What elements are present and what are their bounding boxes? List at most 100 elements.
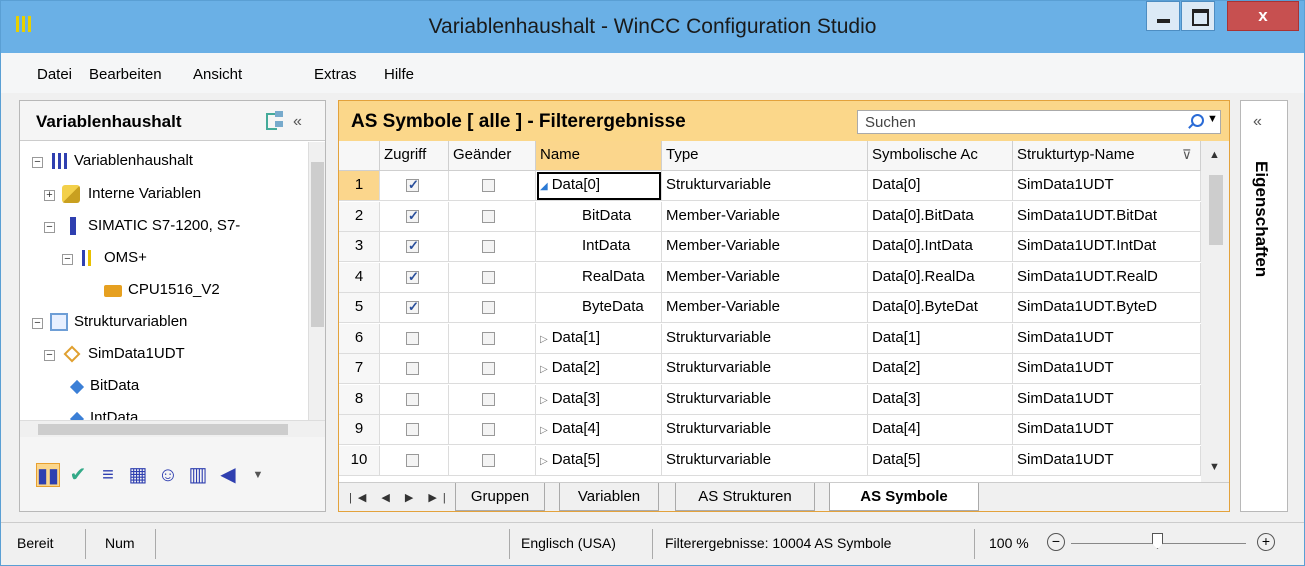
zugriff-cell[interactable]: [380, 415, 449, 445]
zugriff-cell[interactable]: [380, 232, 449, 262]
checkbox[interactable]: [482, 423, 495, 436]
horizontal-scrollbar[interactable]: [1106, 487, 1216, 507]
scroll-thumb[interactable]: [311, 162, 324, 327]
struct-type-cell[interactable]: SimData1UDT: [1013, 445, 1201, 476]
zugriff-cell[interactable]: [380, 323, 449, 354]
struct-type-cell[interactable]: SimData1UDT.BitDat: [1013, 201, 1201, 232]
geaendert-cell[interactable]: [449, 354, 536, 384]
menu-datei[interactable]: Datei: [37, 66, 72, 83]
type-cell[interactable]: Member-Variable: [662, 293, 868, 323]
struct-type-cell[interactable]: SimData1UDT.ByteD: [1013, 293, 1201, 323]
dropdown-icon[interactable]: ▼: [246, 463, 270, 487]
column-header-type[interactable]: Type: [662, 141, 868, 171]
struct-type-cell[interactable]: SimData1UDT: [1013, 415, 1201, 445]
type-cell[interactable]: Strukturvariable: [662, 384, 868, 415]
row-header[interactable]: 8: [339, 384, 380, 415]
name-cell[interactable]: ▷ Data[1]: [536, 323, 662, 354]
zugriff-cell[interactable]: [380, 171, 449, 201]
struct-type-cell[interactable]: SimData1UDT: [1013, 384, 1201, 415]
name-cell[interactable]: ▷ Data[3]: [536, 384, 662, 415]
scroll-thumb[interactable]: [38, 424, 288, 435]
symbolic-address-cell[interactable]: Data[5]: [868, 445, 1013, 476]
filter-icon[interactable]: ⊽: [1182, 147, 1192, 163]
expand-arrow-icon[interactable]: ▷: [540, 425, 548, 436]
tags-icon[interactable]: ≡: [96, 463, 120, 487]
properties-panel[interactable]: « Eigenschaften: [1240, 100, 1288, 512]
tree-item-simdata1udt[interactable]: − SimData1UDT: [20, 340, 308, 370]
row-header[interactable]: 2: [339, 201, 380, 232]
tree-item-intdata[interactable]: IntData: [20, 404, 308, 420]
zugriff-cell[interactable]: [380, 293, 449, 323]
type-cell[interactable]: Strukturvariable: [662, 171, 868, 201]
collapse-toggle-icon[interactable]: −: [32, 157, 43, 168]
checklist-icon[interactable]: ✔: [66, 463, 90, 487]
splitter-grip[interactable]: [20, 437, 325, 447]
collapse-left-icon[interactable]: «: [293, 113, 302, 131]
tab-variablen[interactable]: Variablen: [559, 483, 659, 511]
tree-item-interne-variablen[interactable]: + Interne Variablen: [20, 180, 308, 210]
checkbox[interactable]: [482, 301, 495, 314]
properties-label[interactable]: Eigenschaften: [1251, 161, 1271, 277]
zoom-slider-thumb[interactable]: [1152, 533, 1163, 549]
search-icon[interactable]: [1188, 114, 1204, 128]
search-input[interactable]: Suchen ▼: [857, 110, 1221, 134]
checkbox[interactable]: [482, 453, 495, 467]
symbolic-address-cell[interactable]: Data[0].BitData: [868, 201, 1013, 232]
name-cell[interactable]: ◢ Data[0]: [536, 171, 662, 201]
column-header-symbolic-address[interactable]: Symbolische Ac: [868, 141, 1013, 171]
geaendert-cell[interactable]: [449, 262, 536, 293]
tab-navigation-icons[interactable]: |◀ ◀ ▶ ▶|: [349, 491, 452, 504]
geaendert-cell[interactable]: [449, 323, 536, 354]
tagtable-icon[interactable]: ▥: [186, 463, 210, 487]
struct-type-cell[interactable]: SimData1UDT.RealD: [1013, 262, 1201, 293]
tree-item-cpu1516[interactable]: CPU1516_V2: [20, 276, 308, 306]
name-cell[interactable]: IntData: [536, 232, 662, 262]
sound-icon[interactable]: ◀: [216, 463, 240, 487]
checkbox[interactable]: [482, 362, 495, 375]
checkbox[interactable]: [406, 177, 419, 193]
name-cell[interactable]: BitData: [536, 201, 662, 232]
grid-vertical-scrollbar[interactable]: ▲ ▼: [1201, 141, 1229, 482]
tab-as-strukturen[interactable]: AS Strukturen: [675, 483, 815, 511]
row-header[interactable]: 4: [339, 262, 380, 293]
expand-arrow-icon[interactable]: ▷: [540, 334, 548, 345]
type-cell[interactable]: Strukturvariable: [662, 354, 868, 384]
geaendert-cell[interactable]: [449, 415, 536, 445]
collapse-toggle-icon[interactable]: −: [32, 318, 43, 329]
tree-item-bitdata[interactable]: BitData: [20, 372, 308, 402]
column-header-geaendert[interactable]: Geänder: [449, 141, 536, 171]
menu-ansicht[interactable]: Ansicht: [193, 66, 242, 83]
scroll-down-icon[interactable]: ▼: [1209, 461, 1220, 473]
tree-view-icon[interactable]: [266, 111, 284, 130]
checkbox[interactable]: [406, 208, 419, 224]
type-cell[interactable]: Member-Variable: [662, 201, 868, 232]
symbolic-address-cell[interactable]: Data[1]: [868, 323, 1013, 354]
checkbox[interactable]: [406, 423, 419, 436]
name-cell[interactable]: ▷ Data[2]: [536, 354, 662, 384]
search-dropdown-icon[interactable]: ▼: [1207, 113, 1218, 125]
checkbox[interactable]: [406, 392, 419, 406]
zugriff-cell[interactable]: [380, 201, 449, 232]
name-cell[interactable]: RealData: [536, 262, 662, 293]
collapse-toggle-icon[interactable]: −: [44, 350, 55, 361]
checkbox[interactable]: [482, 240, 495, 253]
geaendert-cell[interactable]: [449, 384, 536, 415]
geaendert-cell[interactable]: [449, 171, 536, 201]
menu-bearbeiten[interactable]: Bearbeiten: [89, 66, 162, 83]
row-header[interactable]: 3: [339, 232, 380, 262]
close-button[interactable]: x: [1227, 1, 1299, 31]
geaendert-cell[interactable]: [449, 232, 536, 262]
checkbox[interactable]: [482, 270, 495, 284]
row-header[interactable]: 7: [339, 354, 380, 384]
struct-type-cell[interactable]: SimData1UDT: [1013, 354, 1201, 384]
struct-type-cell[interactable]: SimData1UDT.IntDat: [1013, 232, 1201, 262]
checkbox[interactable]: [406, 299, 419, 315]
type-cell[interactable]: Strukturvariable: [662, 445, 868, 476]
menu-extras[interactable]: Extras: [314, 66, 357, 83]
type-cell[interactable]: Strukturvariable: [662, 323, 868, 354]
type-cell[interactable]: Member-Variable: [662, 232, 868, 262]
zoom-out-icon[interactable]: −: [1047, 533, 1065, 551]
name-cell[interactable]: ▷ Data[4]: [536, 415, 662, 445]
expand-toggle-icon[interactable]: +: [44, 190, 55, 201]
tree-item-oms[interactable]: − OMS+: [20, 244, 308, 274]
